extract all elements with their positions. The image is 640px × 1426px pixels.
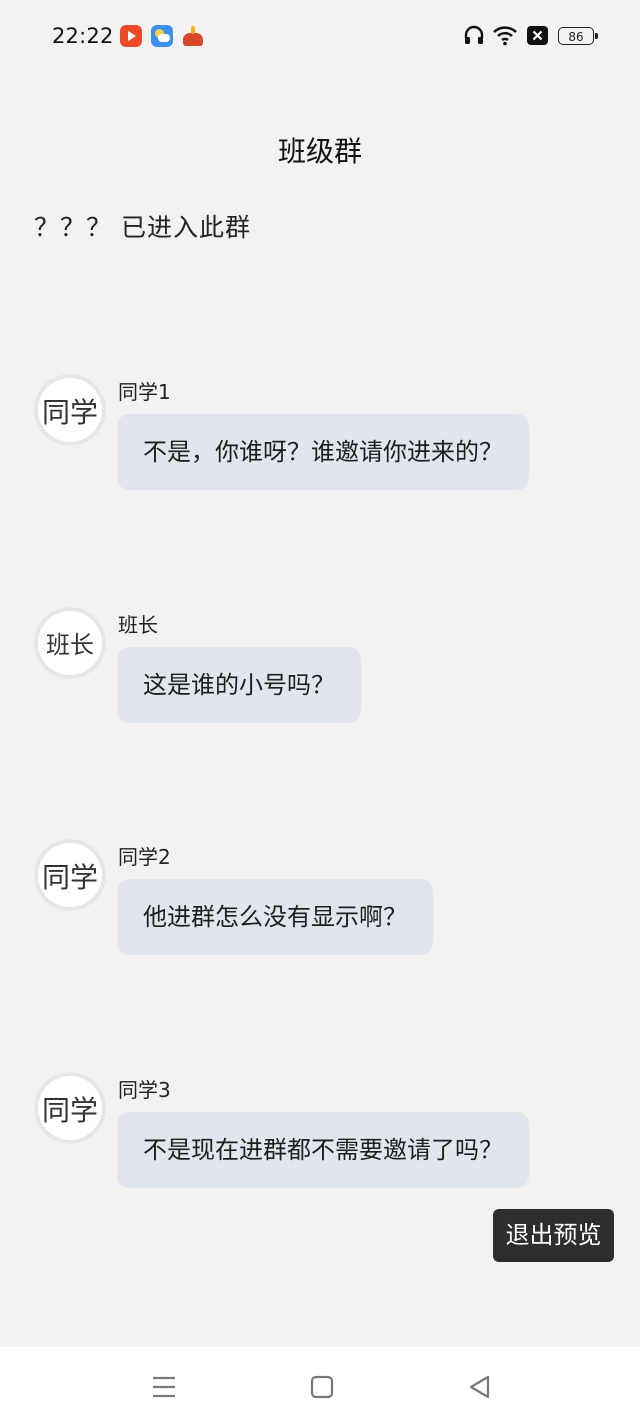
- weather-app-icon: [151, 25, 173, 47]
- svg-text:班长: 班长: [46, 631, 94, 659]
- handwritten-avatar-icon: 同学: [42, 1094, 98, 1127]
- wifi-icon: [493, 26, 517, 46]
- avatar[interactable]: 班长: [34, 607, 106, 679]
- sender-name: 同学1: [118, 380, 171, 404]
- sender-name: 同学3: [118, 1078, 171, 1102]
- sender-name: 班长: [118, 613, 158, 637]
- avatar[interactable]: 同学: [34, 1072, 106, 1144]
- svg-text:同学: 同学: [42, 396, 98, 429]
- svg-text:同学: 同学: [42, 1094, 98, 1127]
- sender-name: 同学2: [118, 845, 171, 869]
- headphone-icon: [464, 25, 484, 44]
- message-bubble[interactable]: 不是，你谁呀？谁邀请你进来的？: [117, 414, 529, 490]
- status-time: 22:22: [52, 24, 114, 48]
- video-app-icon: [120, 25, 142, 47]
- message-bubble[interactable]: 不是现在进群都不需要邀请了吗？: [117, 1112, 529, 1188]
- game-app-icon: [182, 25, 204, 47]
- handwritten-avatar-icon: 班长: [46, 631, 94, 659]
- battery-indicator: 86: [558, 27, 598, 45]
- avatar[interactable]: 同学: [34, 374, 106, 446]
- exit-preview-button[interactable]: 退出预览: [493, 1209, 614, 1262]
- message-bubble[interactable]: 他进群怎么没有显示啊？: [117, 879, 433, 955]
- handwritten-avatar-icon: 同学: [42, 396, 98, 429]
- system-notice: ？？？ 已进入此群: [34, 213, 251, 242]
- home-icon[interactable]: [308, 1373, 336, 1401]
- status-bar: 22:22 86: [0, 0, 640, 72]
- back-icon[interactable]: [466, 1373, 494, 1401]
- message-bubble[interactable]: 这是谁的小号吗？: [117, 647, 361, 723]
- page-title: 班级群: [277, 135, 362, 168]
- avatar[interactable]: 同学: [34, 839, 106, 911]
- navigation-bar: [0, 1347, 640, 1426]
- menu-icon[interactable]: [150, 1373, 178, 1401]
- close-box-icon: [527, 26, 548, 45]
- handwritten-avatar-icon: 同学: [42, 861, 98, 894]
- svg-text:同学: 同学: [42, 861, 98, 894]
